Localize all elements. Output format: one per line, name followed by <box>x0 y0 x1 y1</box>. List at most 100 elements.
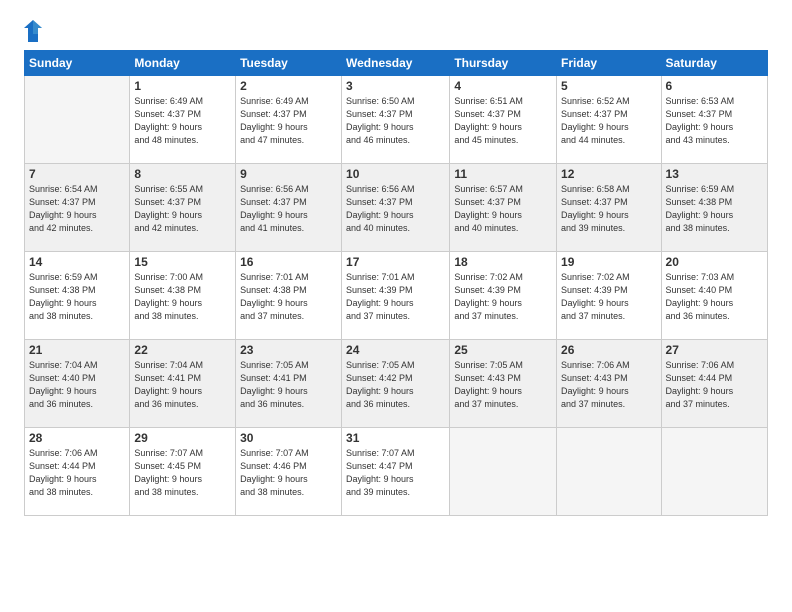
day-number: 9 <box>240 167 337 181</box>
calendar-header-row: SundayMondayTuesdayWednesdayThursdayFrid… <box>25 51 768 76</box>
day-number: 6 <box>666 79 763 93</box>
day-detail: Sunrise: 7:07 AMSunset: 4:45 PMDaylight:… <box>134 447 231 499</box>
calendar-week-row: 14 Sunrise: 6:59 AMSunset: 4:38 PMDayligh… <box>25 252 768 340</box>
day-number: 8 <box>134 167 231 181</box>
calendar-day-cell: 3Sunrise: 6:50 AMSunset: 4:37 PMDaylight… <box>342 76 450 164</box>
day-number: 29 <box>134 431 231 445</box>
calendar-day-cell: 9 Sunrise: 6:56 AMSunset: 4:37 PMDaylight… <box>236 164 342 252</box>
day-detail: Sunrise: 6:52 AMSunset: 4:37 PMDaylight:… <box>561 95 656 147</box>
day-detail: Sunrise: 6:49 AMSunset: 4:37 PMDaylight:… <box>240 95 337 147</box>
day-header-friday: Friday <box>557 51 661 76</box>
calendar-table: SundayMondayTuesdayWednesdayThursdayFrid… <box>24 50 768 516</box>
calendar-week-row: 7 Sunrise: 6:54 AMSunset: 4:37 PMDaylight… <box>25 164 768 252</box>
calendar-day-cell: 19 Sunrise: 7:02 AMSunset: 4:39 PMDayligh… <box>557 252 661 340</box>
calendar-day-cell: 2 Sunrise: 6:49 AMSunset: 4:37 PMDaylight… <box>236 76 342 164</box>
day-detail: Sunrise: 6:54 AMSunset: 4:37 PMDaylight:… <box>29 183 125 235</box>
day-number: 19 <box>561 255 656 269</box>
calendar-day-cell: 20 Sunrise: 7:03 AMSunset: 4:40 PMDayligh… <box>661 252 767 340</box>
day-header-saturday: Saturday <box>661 51 767 76</box>
calendar-day-cell: 28 Sunrise: 7:06 AMSunset: 4:44 PMDayligh… <box>25 428 130 516</box>
day-detail: Sunrise: 6:57 AMSunset: 4:37 PMDaylight:… <box>454 183 552 235</box>
day-detail: Sunrise: 6:56 AMSunset: 4:37 PMDaylight:… <box>346 183 445 235</box>
calendar-day-cell: 17Sunrise: 7:01 AMSunset: 4:39 PMDayligh… <box>342 252 450 340</box>
calendar-week-row: 28 Sunrise: 7:06 AMSunset: 4:44 PMDayligh… <box>25 428 768 516</box>
day-number: 27 <box>666 343 763 357</box>
day-number: 11 <box>454 167 552 181</box>
calendar-day-cell <box>557 428 661 516</box>
calendar-day-cell: 11 Sunrise: 6:57 AMSunset: 4:37 PMDayligh… <box>450 164 557 252</box>
day-detail: Sunrise: 7:06 AMSunset: 4:43 PMDaylight:… <box>561 359 656 411</box>
day-detail: Sunrise: 7:07 AMSunset: 4:47 PMDaylight:… <box>346 447 445 499</box>
day-header-tuesday: Tuesday <box>236 51 342 76</box>
day-header-monday: Monday <box>130 51 236 76</box>
day-number: 17 <box>346 255 445 269</box>
calendar-day-cell <box>450 428 557 516</box>
day-detail: Sunrise: 7:06 AMSunset: 4:44 PMDaylight:… <box>666 359 763 411</box>
day-number: 21 <box>29 343 125 357</box>
calendar-day-cell <box>661 428 767 516</box>
day-detail: Sunrise: 6:56 AMSunset: 4:37 PMDaylight:… <box>240 183 337 235</box>
calendar-day-cell: 16 Sunrise: 7:01 AMSunset: 4:38 PMDayligh… <box>236 252 342 340</box>
calendar-day-cell: 18 Sunrise: 7:02 AMSunset: 4:39 PMDayligh… <box>450 252 557 340</box>
day-detail: Sunrise: 7:05 AMSunset: 4:42 PMDaylight:… <box>346 359 445 411</box>
day-number: 22 <box>134 343 231 357</box>
day-detail: Sunrise: 7:02 AMSunset: 4:39 PMDaylight:… <box>454 271 552 323</box>
calendar-week-row: 21Sunrise: 7:04 AMSunset: 4:40 PMDayligh… <box>25 340 768 428</box>
day-header-thursday: Thursday <box>450 51 557 76</box>
calendar-day-cell: 13Sunrise: 6:59 AMSunset: 4:38 PMDayligh… <box>661 164 767 252</box>
day-number: 30 <box>240 431 337 445</box>
day-number: 12 <box>561 167 656 181</box>
day-number: 28 <box>29 431 125 445</box>
day-detail: Sunrise: 6:50 AMSunset: 4:37 PMDaylight:… <box>346 95 445 147</box>
day-number: 23 <box>240 343 337 357</box>
day-detail: Sunrise: 7:05 AMSunset: 4:43 PMDaylight:… <box>454 359 552 411</box>
day-number: 25 <box>454 343 552 357</box>
logo <box>24 20 46 42</box>
day-detail: Sunrise: 6:53 AMSunset: 4:37 PMDaylight:… <box>666 95 763 147</box>
calendar-day-cell: 5Sunrise: 6:52 AMSunset: 4:37 PMDaylight… <box>557 76 661 164</box>
day-header-sunday: Sunday <box>25 51 130 76</box>
logo-icon <box>24 20 42 42</box>
day-detail: Sunrise: 6:59 AMSunset: 4:38 PMDaylight:… <box>666 183 763 235</box>
day-number: 16 <box>240 255 337 269</box>
day-number: 14 <box>29 255 125 269</box>
header <box>24 20 768 42</box>
day-detail: Sunrise: 6:59 AMSunset: 4:38 PMDaylight:… <box>29 271 125 323</box>
day-number: 18 <box>454 255 552 269</box>
calendar-day-cell: 7 Sunrise: 6:54 AMSunset: 4:37 PMDaylight… <box>25 164 130 252</box>
day-number: 1 <box>134 79 231 93</box>
day-detail: Sunrise: 7:05 AMSunset: 4:41 PMDaylight:… <box>240 359 337 411</box>
day-detail: Sunrise: 7:03 AMSunset: 4:40 PMDaylight:… <box>666 271 763 323</box>
calendar-day-cell: 30 Sunrise: 7:07 AMSunset: 4:46 PMDayligh… <box>236 428 342 516</box>
calendar-week-row: 1 Sunrise: 6:49 AMSunset: 4:37 PMDaylight… <box>25 76 768 164</box>
day-detail: Sunrise: 7:07 AMSunset: 4:46 PMDaylight:… <box>240 447 337 499</box>
day-number: 4 <box>454 79 552 93</box>
day-detail: Sunrise: 7:04 AMSunset: 4:41 PMDaylight:… <box>134 359 231 411</box>
calendar-day-cell: 6 Sunrise: 6:53 AMSunset: 4:37 PMDaylight… <box>661 76 767 164</box>
day-detail: Sunrise: 6:58 AMSunset: 4:37 PMDaylight:… <box>561 183 656 235</box>
calendar-day-cell: 27 Sunrise: 7:06 AMSunset: 4:44 PMDayligh… <box>661 340 767 428</box>
calendar-day-cell: 21Sunrise: 7:04 AMSunset: 4:40 PMDayligh… <box>25 340 130 428</box>
day-number: 20 <box>666 255 763 269</box>
day-detail: Sunrise: 6:55 AMSunset: 4:37 PMDaylight:… <box>134 183 231 235</box>
day-detail: Sunrise: 7:00 AMSunset: 4:38 PMDaylight:… <box>134 271 231 323</box>
day-number: 2 <box>240 79 337 93</box>
calendar-day-cell: 23 Sunrise: 7:05 AMSunset: 4:41 PMDayligh… <box>236 340 342 428</box>
calendar-day-cell: 31 Sunrise: 7:07 AMSunset: 4:47 PMDayligh… <box>342 428 450 516</box>
day-number: 15 <box>134 255 231 269</box>
day-number: 31 <box>346 431 445 445</box>
calendar-day-cell: 14 Sunrise: 6:59 AMSunset: 4:38 PMDayligh… <box>25 252 130 340</box>
calendar-day-cell: 12 Sunrise: 6:58 AMSunset: 4:37 PMDayligh… <box>557 164 661 252</box>
calendar-day-cell: 29 Sunrise: 7:07 AMSunset: 4:45 PMDayligh… <box>130 428 236 516</box>
calendar-day-cell: 15 Sunrise: 7:00 AMSunset: 4:38 PMDayligh… <box>130 252 236 340</box>
day-number: 10 <box>346 167 445 181</box>
day-detail: Sunrise: 6:49 AMSunset: 4:37 PMDaylight:… <box>134 95 231 147</box>
day-detail: Sunrise: 7:01 AMSunset: 4:38 PMDaylight:… <box>240 271 337 323</box>
calendar-day-cell: 26 Sunrise: 7:06 AMSunset: 4:43 PMDayligh… <box>557 340 661 428</box>
day-detail: Sunrise: 6:51 AMSunset: 4:37 PMDaylight:… <box>454 95 552 147</box>
day-detail: Sunrise: 7:06 AMSunset: 4:44 PMDaylight:… <box>29 447 125 499</box>
day-number: 26 <box>561 343 656 357</box>
day-detail: Sunrise: 7:02 AMSunset: 4:39 PMDaylight:… <box>561 271 656 323</box>
day-number: 24 <box>346 343 445 357</box>
day-number: 7 <box>29 167 125 181</box>
